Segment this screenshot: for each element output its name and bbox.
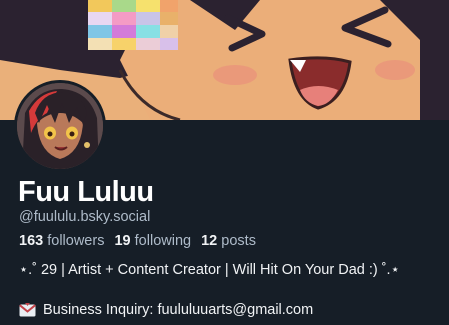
business-inquiry-text: Business Inquiry: fuululuuarts@gmail.com <box>43 302 314 318</box>
followers-link[interactable]: 163 followers <box>19 233 104 249</box>
display-name: Fuu Luluu <box>18 176 154 208</box>
bio-line-2: Business Inquiry: fuululuuarts@gmail.com <box>19 302 313 318</box>
posts-stat: 12 posts <box>201 233 256 249</box>
followers-label: followers <box>47 233 105 249</box>
profile-stats: 163 followers 19 following 12 posts <box>19 233 262 249</box>
followers-count: 163 <box>19 233 44 249</box>
following-count: 19 <box>114 233 131 249</box>
posts-label: posts <box>221 233 256 249</box>
envelope-icon <box>19 303 36 317</box>
posts-count: 12 <box>201 233 218 249</box>
profile-handle[interactable]: @fuululu.bsky.social <box>19 209 150 225</box>
following-link[interactable]: 19 following <box>114 233 191 249</box>
bio-line-1: ⋆.˚ 29 | Artist + Content Creator | Will… <box>19 262 400 278</box>
avatar-artwork <box>17 83 103 169</box>
avatar[interactable] <box>14 80 106 172</box>
following-label: following <box>134 233 192 249</box>
pixel-block <box>88 0 178 50</box>
